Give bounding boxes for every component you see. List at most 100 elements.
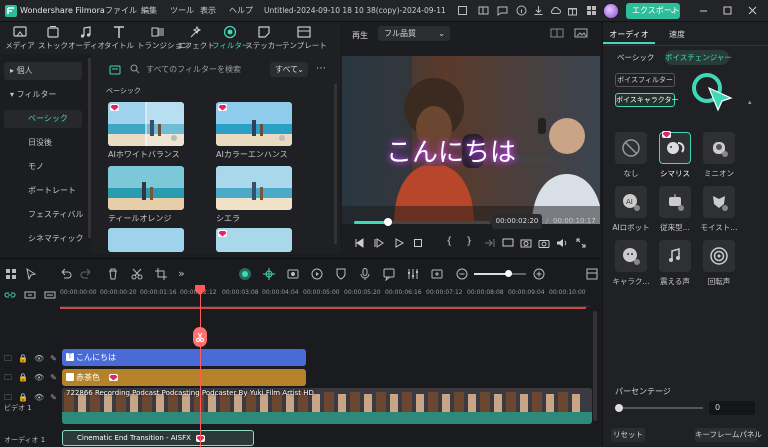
audio-effect-clip[interactable]: 赤茶色 (62, 369, 306, 386)
tab-templates[interactable]: テンプレート (282, 22, 327, 54)
effect-track-controls[interactable]: 🗀🔒👁✎ (4, 372, 63, 386)
timeline-options-icon[interactable] (585, 267, 599, 281)
collapse-icon[interactable]: ▴ (748, 98, 752, 106)
voice-filter-button[interactable]: ボイスフィルター (615, 73, 675, 87)
sidebar-scrollbar[interactable] (88, 58, 91, 238)
play-icon[interactable] (394, 238, 404, 248)
subtab-basic[interactable]: ベーシック (617, 52, 654, 64)
layout-icon[interactable] (478, 5, 489, 16)
replace-icon[interactable] (430, 267, 444, 281)
time-ruler[interactable]: 00:00:00:00 00:00:00:20 00:00:01:16 00:0… (60, 285, 590, 307)
image-icon[interactable] (574, 28, 588, 38)
microphone-icon[interactable] (358, 267, 372, 281)
voice-character[interactable] (615, 240, 647, 272)
stop-icon[interactable] (413, 238, 423, 248)
snap-icon[interactable] (262, 267, 276, 281)
scrubber-handle[interactable] (384, 218, 392, 226)
text-to-speech-icon[interactable] (382, 267, 396, 281)
track-settings-icon[interactable] (44, 290, 56, 300)
more-tools-icon[interactable]: » (178, 267, 185, 280)
menu-edit[interactable]: 編集 (141, 0, 157, 22)
gift-icon[interactable] (567, 5, 578, 16)
undo-icon[interactable] (58, 267, 72, 281)
maximize-icon[interactable] (722, 5, 733, 16)
tab-audio[interactable]: オーディオ (68, 22, 105, 54)
insert-icon[interactable] (484, 238, 496, 248)
voice-minion[interactable] (703, 132, 735, 164)
delete-icon[interactable] (106, 267, 120, 281)
expand-icon[interactable] (576, 238, 586, 248)
reset-button[interactable]: リセット (611, 428, 645, 442)
scissors-icon[interactable] (130, 267, 144, 281)
ai-tool-icon[interactable] (238, 267, 252, 281)
mark-out-icon[interactable]: } (466, 236, 472, 247)
sidebar-item-cinematic[interactable]: シネマティック (4, 230, 84, 248)
overlay-text[interactable]: こんにちは (386, 132, 516, 169)
percentage-slider[interactable] (619, 407, 703, 409)
current-time[interactable]: 00:00:02:20 (492, 214, 542, 229)
filter-thumb-teal-orange[interactable] (108, 166, 184, 210)
timeline-scrollbar[interactable] (593, 311, 597, 421)
speed-icon[interactable] (310, 267, 324, 281)
subtab-voice-changer[interactable]: ボイスチェンジャー (665, 50, 732, 65)
video-preview[interactable]: こんにちは (342, 56, 600, 224)
voice-rotating[interactable] (703, 240, 735, 272)
quality-dropdown[interactable]: フル品質 ⌄ (378, 26, 450, 41)
download-icon[interactable] (533, 5, 544, 16)
search-input[interactable]: すべてのフィルターを検索 (114, 62, 284, 78)
tab-stickers[interactable]: ステッカー (245, 22, 283, 54)
sidebar-item-mono[interactable]: モノ (4, 158, 82, 176)
zoom-out-icon[interactable] (455, 267, 469, 281)
keyframe-icon[interactable] (286, 267, 300, 281)
menu-file[interactable]: ファイル (105, 0, 137, 22)
title-clip[interactable]: T こんにちは (62, 349, 306, 366)
redo-icon[interactable] (80, 267, 94, 281)
filter-thumb-ai-color-enhance[interactable] (216, 102, 292, 146)
filter-thumb-next[interactable] (216, 228, 292, 252)
filter-scrollbar[interactable] (334, 84, 337, 244)
sidebar-item-personal[interactable]: ▸ 個人 (4, 62, 82, 80)
audio-mixer-icon[interactable] (406, 267, 420, 281)
tab-transition[interactable]: トランジション (137, 22, 190, 54)
fullscreen-icon[interactable] (457, 5, 468, 16)
minimize-icon[interactable] (698, 5, 709, 16)
sidebar-item-festival[interactable]: フェスティバル (4, 206, 84, 224)
cloud-icon[interactable] (550, 5, 561, 16)
previous-frame-icon[interactable] (354, 238, 364, 248)
sidebar-item-portrait[interactable]: ポートレート (4, 182, 82, 200)
voice-chipmunk[interactable] (659, 131, 691, 164)
sidebar-item-basic[interactable]: ベーシック (4, 110, 82, 128)
shield-icon[interactable] (334, 267, 348, 281)
mark-in-icon[interactable]: { (446, 236, 452, 247)
tab-media[interactable]: メディア (2, 22, 38, 54)
crop-icon[interactable] (154, 267, 168, 281)
sidebar-item-filters[interactable]: ▾ フィルター (4, 86, 82, 104)
tab-stock[interactable]: ストック (35, 22, 71, 54)
split-view-icon[interactable] (550, 28, 564, 38)
voice-ai-robot[interactable]: AI (615, 186, 647, 218)
tab-speed[interactable]: 速度 (657, 26, 697, 44)
filter-type-dropdown[interactable]: すべて ⌄ (270, 62, 308, 77)
tab-audio-props[interactable]: オーディオ (603, 26, 655, 44)
filter-thumb-sierra[interactable] (216, 166, 292, 210)
more-options-icon[interactable]: ⋯ (316, 63, 326, 74)
tab-effects[interactable]: エフェクト (177, 22, 215, 54)
zoom-handle[interactable] (505, 270, 512, 277)
close-icon[interactable] (747, 5, 758, 16)
voice-legacy[interactable] (659, 186, 691, 218)
tab-title[interactable]: タイトル (101, 22, 137, 54)
message-icon[interactable] (497, 5, 508, 16)
link-icon[interactable] (4, 290, 16, 300)
avatar[interactable] (604, 4, 618, 18)
tab-filters[interactable]: フィルター (212, 22, 249, 54)
snapshot-icon[interactable] (538, 238, 550, 248)
volume-icon[interactable] (556, 238, 568, 248)
select-tool-icon[interactable] (24, 267, 38, 281)
filter-thumb-ai-white-balance[interactable] (108, 102, 184, 146)
work-area-bar[interactable] (60, 307, 586, 309)
info-icon[interactable] (516, 5, 527, 16)
monitor-icon[interactable] (502, 238, 514, 248)
split-marker-icon[interactable] (193, 327, 207, 347)
export-button[interactable]: エクスポート ⌄ (626, 3, 680, 19)
keyframe-panel-button[interactable]: キーフレームパネル (695, 428, 762, 442)
